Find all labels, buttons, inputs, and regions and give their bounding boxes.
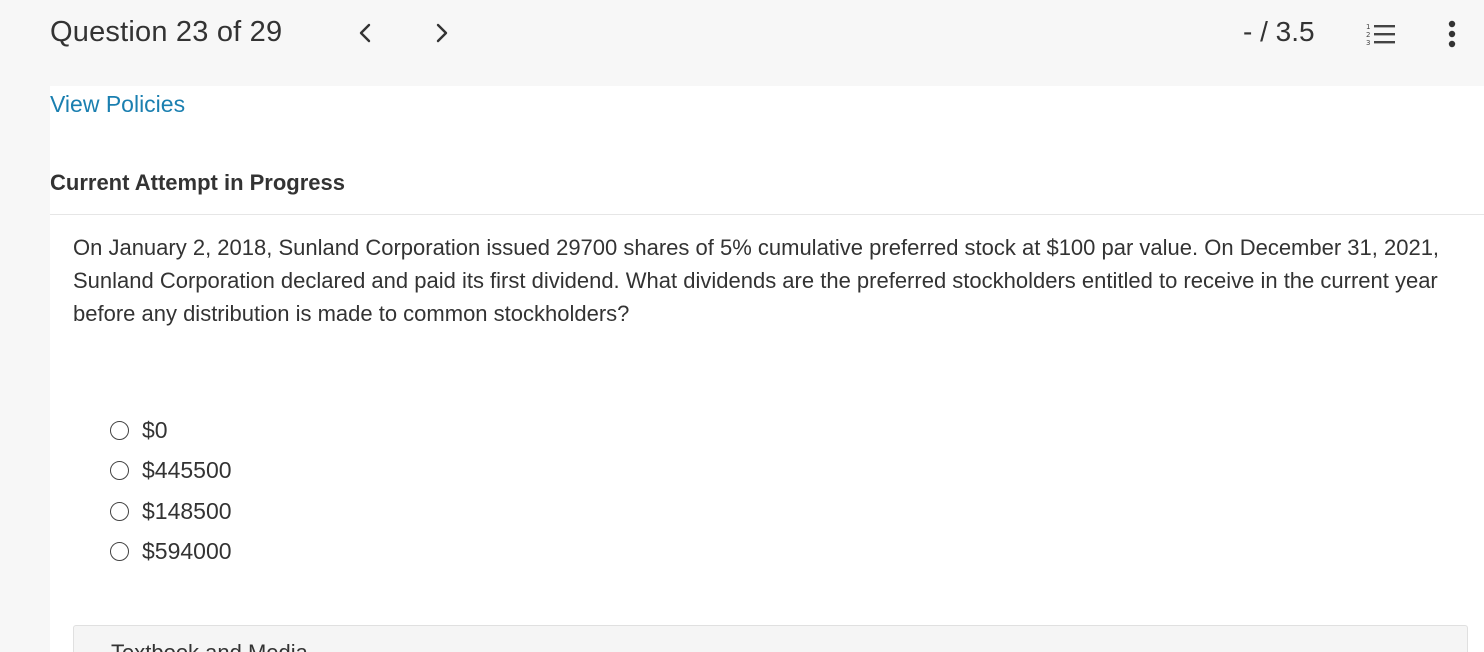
option-label: $148500 [142,497,232,524]
left-gutter [0,86,50,652]
answer-option[interactable]: $0 [110,410,232,451]
svg-text:3: 3 [1366,39,1370,47]
question-text: On January 2, 2018, Sunland Corporation … [73,235,1440,326]
radio-button[interactable] [110,501,129,521]
question-list-button[interactable]: 1 2 3 [1366,22,1396,48]
next-question-button[interactable] [427,18,457,48]
svg-text:1: 1 [1366,23,1370,31]
option-label: $594000 [142,538,232,565]
svg-text:2: 2 [1366,31,1370,39]
textbook-media-panel[interactable]: Textbook and Media [73,625,1468,652]
attempt-heading: Current Attempt in Progress [50,170,346,195]
question-counter: Question 23 of 29 [50,16,283,48]
answer-option[interactable]: $445500 [110,451,232,492]
answer-option[interactable]: $148500 [110,491,232,532]
option-label: $0 [142,416,168,443]
textbook-media-label: Textbook and Media [111,640,308,652]
more-options-button[interactable] [1444,18,1460,50]
chevron-left-icon [359,23,371,43]
score-display: - / 3.5 [1243,16,1315,47]
chevron-right-icon [436,23,448,43]
previous-question-button[interactable] [350,18,380,48]
page: Question 23 of 29 - / 3.5 1 2 3 View Pol… [0,0,1484,652]
vertical-ellipsis-icon [1448,20,1456,48]
radio-button[interactable] [110,420,129,440]
answer-options: $0 $445500 $148500 $594000 [110,410,232,572]
numbered-list-icon: 1 2 3 [1366,23,1395,47]
top-header-bar: Question 23 of 29 - / 3.5 1 2 3 [0,0,1484,86]
view-policies-link[interactable]: View Policies [50,91,185,118]
radio-button[interactable] [110,542,129,562]
divider [50,214,1484,215]
answer-option[interactable]: $594000 [110,532,232,573]
radio-button[interactable] [110,461,129,481]
option-label: $445500 [142,457,232,484]
